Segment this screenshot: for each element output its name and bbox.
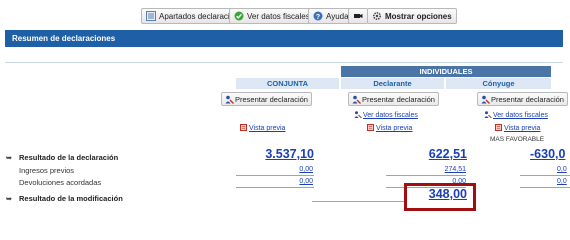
ayuda-button[interactable]: ? Ayuda [308,8,354,24]
declarante-header: Declarante [341,78,444,89]
resultado-modificacion-row-label[interactable]: ➥ Resultado de la modificación [6,194,123,203]
vista-previa-declarante-link[interactable]: Vista previa [367,124,412,132]
presentar-conyuge-button[interactable]: Presentar declaración [477,92,568,106]
document-icon [495,124,503,131]
presentar-label: Presentar declaración [235,94,308,104]
check-icon [234,11,244,21]
gear-icon [372,11,382,21]
mostrar-label: Mostrar opciones [385,11,452,21]
section-header: Resumen de declaraciones [5,30,563,47]
divider [5,62,563,63]
presentar-conjunta-button[interactable]: Presentar declaración [221,92,312,106]
resultado-declarante-value[interactable]: 622,51 [429,147,467,161]
ver-datos-label: Ver datos fiscales [247,11,310,21]
presentar-label: Presentar declaración [491,94,564,104]
divider [520,175,570,176]
resultado-declaracion-row-label[interactable]: ➥ Resultado de la declaración [6,153,118,162]
camera-icon [353,11,363,21]
help-icon: ? [313,11,323,21]
ingresos-previos-label: Ingresos previos [19,166,75,175]
conjunta-header: CONJUNTA [236,78,339,89]
ingresos-conjunta-value[interactable]: 0,00 [299,166,313,173]
individuales-header: INDIVIDUALES [341,66,551,77]
vista-previa-conjunta-link[interactable]: Vista previa [240,124,285,132]
divider [520,187,570,188]
ver-datos-fiscales-declarante-link[interactable]: Ver datos fiscales [354,111,418,119]
vista-previa-conyuge-link[interactable]: Vista previa [495,124,540,132]
person-arrow-icon [354,111,362,119]
camera-button[interactable] [348,8,368,24]
resultado-conjunta-value[interactable]: 3.537,10 [265,147,314,161]
ingresos-declarante-value[interactable]: 274,51 [445,166,466,173]
ver-datos-fiscales-button[interactable]: Ver datos fiscales [229,8,315,24]
mostrar-opciones-button[interactable]: Mostrar opciones [367,8,457,24]
divider [312,201,404,202]
ayuda-label: Ayuda [326,11,349,21]
document-icon [240,124,248,131]
section-title: Resumen de declaraciones [12,34,116,43]
devoluciones-conyuge-value[interactable]: 0,0 [557,178,567,185]
divider [386,175,466,176]
expand-arrow-icon: ➥ [6,196,12,203]
conyuge-header: Cónyuge [446,78,551,89]
svg-text:?: ? [316,14,320,21]
person-arrow-icon [484,111,492,119]
ingresos-conyuge-value[interactable]: 0,0 [557,166,567,173]
document-icon [367,124,375,131]
person-arrow-icon [481,95,490,104]
expand-arrow-icon: ➥ [6,155,12,162]
resultado-conyuge-value[interactable]: -630,0 [530,147,565,161]
devoluciones-acordadas-label: Devoluciones acordadas [19,178,102,187]
presentar-label: Presentar declaración [362,94,435,104]
apartados-label: Apartados declaración [159,11,239,21]
person-arrow-icon [225,95,234,104]
toolbar: Apartados declaración Ver datos fiscales… [0,0,570,30]
person-arrow-icon [352,95,361,104]
divider [236,187,314,188]
highlight-box [404,183,476,211]
list-icon [146,11,156,21]
devoluciones-conjunta-value[interactable]: 0,00 [299,178,313,185]
presentar-declarante-button[interactable]: Presentar declaración [348,92,439,106]
ver-datos-fiscales-conyuge-link[interactable]: Ver datos fiscales [484,111,548,119]
divider [236,175,314,176]
mas-favorable-label: MAS FAVORABLE [490,136,545,143]
